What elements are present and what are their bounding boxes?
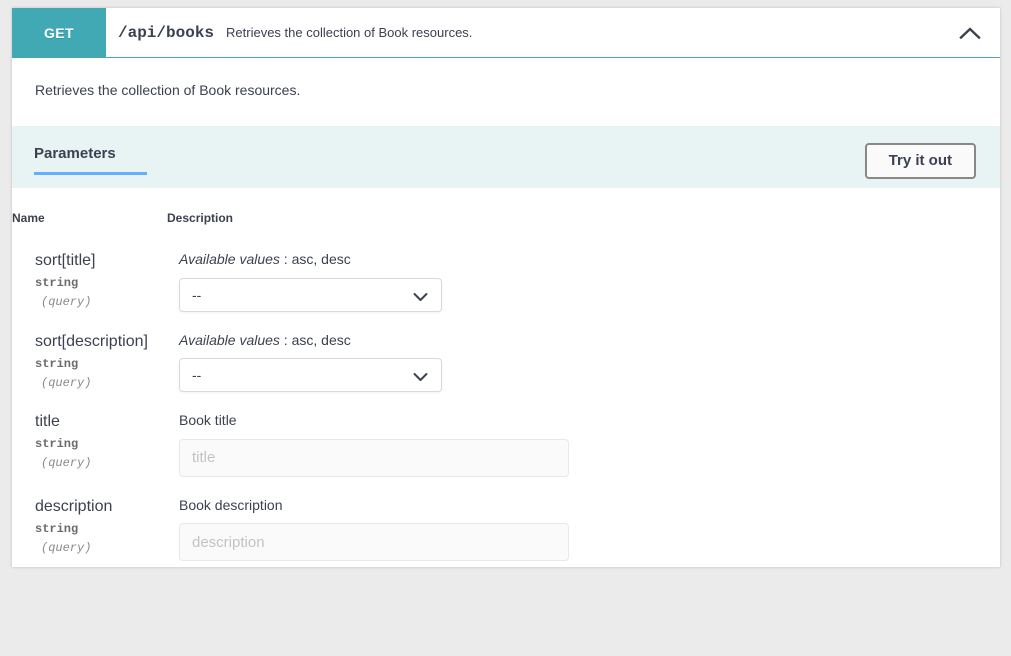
parameter-name-cell: title string (query) [12, 398, 167, 483]
try-it-out-button[interactable]: Try it out [865, 143, 976, 179]
available-values-label: Available values [179, 251, 280, 267]
sort-title-select[interactable]: -- [179, 278, 442, 312]
parameter-location: (query) [35, 456, 166, 470]
parameters-band: Parameters Try it out [12, 126, 1000, 188]
description-input[interactable] [179, 523, 569, 561]
parameter-name-cell: description string (query) [12, 483, 167, 568]
parameter-type: string [35, 522, 166, 536]
tab-parameters[interactable]: Parameters [34, 145, 116, 175]
available-values-list: : asc, desc [280, 251, 351, 267]
parameter-description-cell: Available values : asc, desc -- [167, 318, 1000, 399]
parameter-type: string [35, 357, 166, 371]
parameter-type: string [35, 437, 166, 451]
parameter-name: sort[description] [35, 332, 166, 351]
parameters-table-body: sort[title] string (query) Available val… [12, 237, 1000, 567]
parameter-name-cell: sort[title] string (query) [12, 237, 167, 318]
parameter-location: (query) [35, 541, 166, 555]
operation-description: Retrieves the collection of Book resourc… [12, 58, 1000, 126]
table-row: sort[title] string (query) Available val… [12, 237, 1000, 318]
parameter-select-wrapper: -- [179, 358, 442, 392]
available-values-list: : asc, desc [280, 332, 351, 348]
parameter-description: Book title [179, 412, 999, 430]
parameters-table-container: Name Description sort[title] string (que… [12, 188, 1000, 567]
operation-block: GET /api/books Retrieves the collection … [12, 8, 1000, 567]
parameter-description-cell: Book description [167, 483, 1000, 568]
parameter-location: (query) [35, 376, 166, 390]
column-header-name: Name [12, 188, 167, 237]
parameter-name: title [35, 412, 166, 431]
parameter-description: Available values : asc, desc [179, 251, 999, 269]
column-header-description: Description [167, 188, 1000, 237]
table-header-row: Name Description [12, 188, 1000, 237]
parameter-description: Available values : asc, desc [179, 332, 999, 350]
parameter-location: (query) [35, 295, 166, 309]
http-method-badge: GET [12, 8, 106, 57]
title-input[interactable] [179, 439, 569, 477]
available-values-label: Available values [179, 332, 280, 348]
table-row: description string (query) Book descript… [12, 483, 1000, 568]
parameters-table: Name Description sort[title] string (que… [12, 188, 1000, 567]
parameter-select-wrapper: -- [179, 278, 442, 312]
tab-active-underline [34, 172, 147, 175]
sort-description-select[interactable]: -- [179, 358, 442, 392]
chevron-up-icon [959, 26, 981, 40]
parameters-table-head: Name Description [12, 188, 1000, 237]
tab-parameters-label: Parameters [34, 145, 116, 175]
parameter-name: description [35, 497, 166, 516]
parameter-description-cell: Available values : asc, desc -- [167, 237, 1000, 318]
parameter-description-cell: Book title [167, 398, 1000, 483]
parameter-description: Book description [179, 497, 999, 515]
operation-summary-text: Retrieves the collection of Book resourc… [214, 8, 940, 57]
parameter-name-cell: sort[description] string (query) [12, 318, 167, 399]
table-row: title string (query) Book title [12, 398, 1000, 483]
collapse-toggle-button[interactable] [940, 8, 1000, 57]
table-row: sort[description] string (query) Availab… [12, 318, 1000, 399]
parameter-name: sort[title] [35, 251, 166, 270]
operation-path: /api/books [106, 8, 214, 57]
parameter-type: string [35, 276, 166, 290]
operation-summary-header[interactable]: GET /api/books Retrieves the collection … [12, 8, 1000, 58]
